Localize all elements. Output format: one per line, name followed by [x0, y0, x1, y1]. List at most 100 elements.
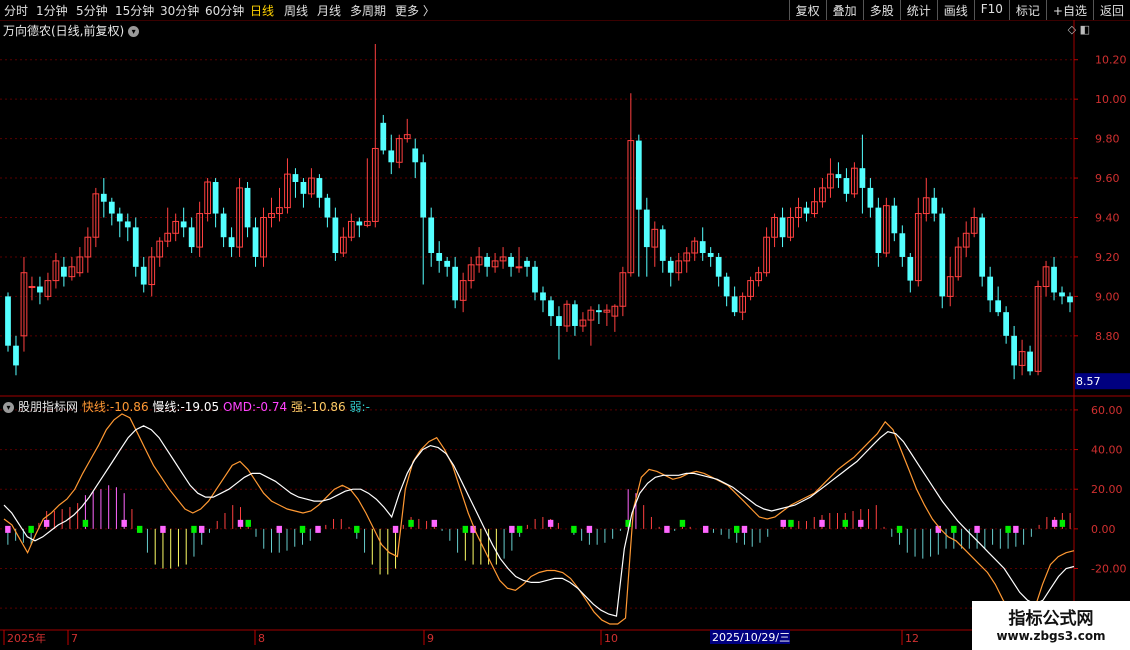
- candle-body: [643, 209, 650, 248]
- candle-body: [380, 122, 387, 151]
- candle-body: [731, 296, 738, 313]
- candle-body: [300, 182, 307, 194]
- price-tick-label: 8.80: [1095, 330, 1120, 343]
- candle-body: [252, 227, 259, 257]
- candle-body: [100, 193, 107, 202]
- omd-marker: [702, 525, 709, 533]
- candle-body: [484, 256, 490, 267]
- panel-toggle-icon[interactable]: ◧: [1080, 23, 1090, 36]
- candle-body: [532, 266, 538, 293]
- omd-marker: [136, 525, 143, 533]
- indicator-title-bar: ▾ 股朋指标网 快线:-10.86 慢线:-19.05 OMD:-0.74 强:-…: [3, 398, 370, 415]
- candle-body: [556, 316, 562, 326]
- omd-marker: [819, 519, 825, 527]
- chevron-down-icon[interactable]: ▾: [128, 26, 140, 37]
- price-tick-label: 9.80: [1095, 133, 1120, 146]
- candle-body: [1067, 296, 1073, 303]
- candle-body: [979, 217, 986, 277]
- candle-body: [140, 266, 147, 285]
- candle-body: [803, 207, 810, 214]
- kline-chart-canvas[interactable]: 10.20 10.00 9.80 9.60 9.40 9.20 9.00 8.80 8.57 60…: [0, 0, 1130, 650]
- omd-marker: [679, 519, 686, 527]
- candle-body: [420, 162, 427, 218]
- watermark: 指标公式网 www.zbgs3.com: [972, 601, 1130, 650]
- price-tick-label: 9.20: [1095, 251, 1120, 264]
- omd-marker: [354, 525, 360, 533]
- candle-body: [412, 148, 419, 163]
- candle-body: [388, 150, 395, 163]
- candle-body: [859, 168, 866, 188]
- omd-marker: [245, 519, 251, 527]
- fast-line-value: -10.86: [109, 400, 149, 414]
- omd-marker: [842, 519, 848, 527]
- omd-marker: [571, 525, 577, 533]
- candle-body: [188, 227, 195, 248]
- omd-marker: [191, 525, 197, 533]
- omd-marker: [547, 519, 554, 527]
- date-tick-label: 7: [71, 632, 78, 645]
- omd-marker: [1005, 525, 1011, 533]
- omd-marker: [82, 519, 89, 527]
- omd-marker: [664, 525, 670, 533]
- omd-marker: [586, 525, 593, 533]
- chevron-down-icon[interactable]: ▾: [3, 402, 14, 413]
- candle-body: [332, 217, 339, 253]
- stock-title: 万向德农(日线,前复权): [3, 24, 125, 38]
- candle-body: [939, 213, 946, 297]
- diamond-icon[interactable]: ◇: [1068, 23, 1076, 36]
- candle-body: [995, 300, 1002, 313]
- indicator-tick-label: 40.00: [1091, 444, 1123, 457]
- date-tick-label: 12: [905, 632, 919, 645]
- main-chart-title: 万向德农(日线,前复权) ▾: [3, 22, 140, 39]
- candle-body: [931, 197, 938, 214]
- candle-body: [356, 221, 363, 226]
- candle-body: [244, 187, 251, 228]
- candle-body: [699, 241, 706, 253]
- candle-body: [124, 221, 131, 228]
- price-tick-label: 10.20: [1095, 54, 1127, 67]
- candle-body: [987, 276, 994, 301]
- candle-body: [324, 197, 331, 218]
- candle-body: [228, 237, 235, 248]
- candle-body: [667, 260, 674, 273]
- omd-marker: [276, 525, 282, 533]
- candle-body: [779, 217, 786, 238]
- omd-marker: [951, 525, 957, 533]
- candle-body: [1059, 292, 1065, 297]
- omd-marker: [858, 519, 864, 527]
- candle-body: [452, 266, 459, 301]
- chart-corner-icons: ◇ ◧: [1068, 23, 1090, 36]
- candle-body: [891, 205, 898, 234]
- price-tick-label: 9.60: [1095, 172, 1120, 185]
- candle-body: [540, 292, 546, 301]
- omd-marker: [431, 519, 438, 527]
- watermark-title: 指标公式网: [1008, 609, 1094, 629]
- omd-marker: [408, 519, 414, 527]
- candle-body: [572, 304, 578, 326]
- omd-marker: [315, 525, 321, 533]
- candle-body: [835, 174, 842, 179]
- current-price-label: 8.57: [1076, 375, 1101, 388]
- omd-marker: [780, 519, 786, 527]
- omd-marker: [299, 525, 306, 533]
- candle-body: [659, 229, 666, 261]
- omd-marker: [734, 525, 740, 533]
- candle-body: [515, 266, 523, 269]
- slow-line-label: 慢线:: [152, 400, 181, 414]
- indicator-tick-label: 0.00: [1091, 523, 1116, 536]
- candle-body: [1011, 335, 1017, 366]
- candle-body: [292, 174, 299, 182]
- candle-body: [723, 276, 730, 297]
- omd-marker: [43, 519, 50, 527]
- candle-body: [635, 140, 642, 210]
- date-tick-label: 2025年: [7, 631, 46, 645]
- candle-body: [180, 221, 187, 228]
- candle-body: [707, 253, 714, 257]
- candle-body: [316, 178, 323, 198]
- candle-body: [444, 260, 451, 267]
- indicator-tick-label: -20.00: [1091, 563, 1126, 576]
- omd-marker: [5, 525, 11, 533]
- slow-line-value: -19.05: [180, 400, 220, 414]
- slow-line: [3, 425, 1075, 617]
- price-tick-label: 9.00: [1095, 290, 1120, 303]
